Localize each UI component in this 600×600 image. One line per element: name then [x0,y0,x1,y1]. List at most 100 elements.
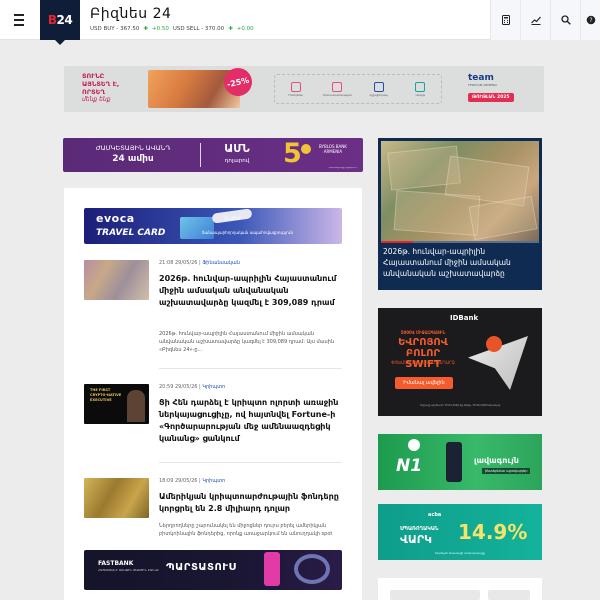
site-logo[interactable]: B 24 [40,0,80,40]
currency-text: ԱՄՆ դոլարով [224,142,250,165]
banner-footnote: Տոկոսադրույքը ֆիքսված է [328,167,357,169]
tv-icon: Հեռուստատեսություն [320,81,354,97]
acba-line2: ՎԱՐԿ [400,533,432,546]
phone-image [446,442,462,482]
slider-progress [381,241,539,243]
divider [200,143,201,167]
slider-title[interactable]: 2026թ. հունվար-ապրիլին Հայաստանում միջին… [383,246,533,279]
article-meta: 20:59 29/05/26 | Կրիպտո [159,384,226,390]
article-title[interactable]: Ցի Հեն դարձել է կրիպտո ոլորտի առաջին ներ… [159,397,339,445]
article-category[interactable]: Կրիպտո [202,384,225,390]
acba-rate: 14.9% [458,520,528,544]
article-excerpt: 2026թ. հունվար-ապրիլին Հայաստանում միջին… [159,331,335,353]
acba-line1: ՍՊԱՌՈՂԱԿԱՆ [400,526,439,532]
phone-image [264,552,280,586]
article-thumbnail[interactable] [84,260,149,300]
site-title[interactable]: Բիզնես 24 [90,6,171,22]
news-feed: evoca TRAVEL CARD ԱՆՎՃԱՐ ճանապարհորդական… [64,188,362,600]
article-title[interactable]: 2026թ. հունվար-ապրիլին Հայաստանում միջին… [159,273,339,309]
fastbank-headline: ՊԱՐՏԱՏՈՒՍ [166,562,237,573]
idbank-line1: 5000$ ՄԻՋԱԶԳԱՅԻՆ [400,330,446,335]
n1-badge: N1 [396,456,423,476]
ucom-headline: լավագույն [474,456,519,465]
article-thumbnail[interactable]: THE FIRST CRYPTO-NATIVE EXECUTIVE [84,384,149,424]
byblos-logo: BYBLOS BANK ARMENIA [319,144,347,154]
team-logo: team TELECOM ARMENIA [468,73,498,87]
acba-logo: acba [428,512,442,518]
idbank-banner[interactable]: IDBank 5000$ ՄԻՋԱԶԳԱՅԻՆ ԵՎՐՈՅՈՎ ԲՈԼՈՐ SW… [378,308,542,416]
logo-number: 24 [56,13,73,27]
sidebar-widget [378,578,542,600]
rate-number: 5 [283,138,302,169]
evoca-logo: evoca [96,212,135,225]
idbank-line2: ԵՎՐՈՅՈՎ ԲՈԼՈՐ SWIFT [398,337,448,370]
article-time: 18:09 29/05/26 [159,478,198,484]
idbank-logo: IDBank [450,314,479,322]
acba-banner[interactable]: acba ՍՊԱՌՈՂԱԿԱՆ ՎԱՐԿ 14.9% Տարեկան փաստա… [378,504,542,560]
fastbank-tagline: ՀԱՅԱՍՏԱՆԻ ԱՌԱՋԻՆ ԹՎԱՅԻՆ ԲԱՆԿԸ [98,568,159,572]
promo-title: ԱՆՎՃԱՐ [224,216,242,221]
article-time: 21:08 29/05/26 [159,260,198,266]
site-header: B 24 Բիզնես 24 USD BUY - 367.50 ✚ +0.50 … [0,0,600,45]
idbank-line3: ՓՈԽԱՆՑՈՒՄՆԵՐԸ ՀԵՏԱԴԱՐՁ [391,360,455,365]
article-time: 20:59 29/05/26 [159,384,198,390]
card-image [180,217,214,239]
usd-sell-rate: USD SELL - 370.00 [172,26,225,32]
team-telecom-banner[interactable]: ՏՈՒՆԸ ԱՅՆՏԵՂ Է, ՈՐՏԵՂ մենք ենք -25% Ինտե… [64,66,544,112]
article-thumbnail[interactable] [84,478,149,518]
ucom-banner[interactable]: N1 լավագույն ինտերնետ պրովայդեր [378,434,542,490]
mobile-icon: Բջջային կապ [362,81,396,97]
featured-slider[interactable]: 2026թ. հունվար-ապրիլին Հայաստանում միջին… [378,138,542,290]
slider-progress-fill [381,241,413,243]
idbank-footnote: Արշավը գործում է 15.03.2026-ից մինչև 30.… [419,404,501,407]
header-actions: ? [490,0,600,40]
article-meta: 18:09 29/05/26 | Կրիպտո [159,478,226,484]
ring-graphic [294,554,330,584]
usd-buy-rate: USD BUY - 367.50 [90,26,140,32]
logo-notch [55,40,65,45]
evoca-travel-card-banner[interactable]: evoca TRAVEL CARD ԱՆՎՃԱՐ ճանապարհորդական… [84,208,342,244]
chart-icon[interactable] [520,0,550,40]
logo-letter: B [47,13,57,27]
search-icon[interactable] [550,0,580,40]
usd-sell-change: +0.00 [236,26,254,32]
service-icons: Ինտերնետ Հեռուստատեսություն Բջջային կապ … [274,74,442,104]
ucom-logo [408,439,420,451]
hamburger-menu-icon[interactable] [8,10,30,30]
coin-icon [301,144,311,154]
ucom-subline: ինտերնետ պրովայդեր [482,468,531,474]
usd-buy-change: +0.50 [152,26,169,32]
article-item[interactable]: 21:08 29/05/26 | Ֆինանսական 2026թ. հունվ… [84,260,342,358]
ball-image [486,336,502,352]
article-meta: 21:08 29/05/26 | Ֆինանսական [159,260,240,266]
svg-text:?: ? [589,17,592,24]
article-title[interactable]: Ամերիկյան կրիպտոարժութային ֆոնդերը կորցր… [159,491,339,515]
smart-icon: Սմարթ [403,81,437,97]
deposit-text: ԺԱՄԿԵՏԱՅԻՆ ԱՎԱՆԴ 24 ամիս [95,144,171,164]
internet-icon: Ինտերնետ [279,81,313,97]
promo-text: ճանապարհորդական ապահովագրություն [202,230,294,235]
article-item[interactable]: 18:09 29/05/26 | Կրիպտո Ամերիկյան կրիպտո… [84,478,342,548]
travel-card-label: TRAVEL CARD [96,228,166,238]
widget-tab[interactable] [488,590,530,600]
fastbank-banner[interactable]: FASTBANK ՀԱՅԱՍՏԱՆԻ ԱՌԱՋԻՆ ԹՎԱՅԻՆ ԲԱՆԿԸ Պ… [84,550,342,590]
banknotes-photo[interactable] [381,141,539,241]
article-divider [159,368,342,369]
article-divider [159,462,342,463]
article-item[interactable]: THE FIRST CRYPTO-NATIVE EXECUTIVE 20:59 … [84,384,342,452]
globe-icon[interactable]: ? [580,0,600,40]
byblos-deposit-banner[interactable]: ԺԱՄԿԵՏԱՅԻՆ ԱՎԱՆԴ 24 ամիս ԱՄՆ դոլարով 5 B… [63,138,363,172]
up-arrow-icon: ✚ [228,26,233,32]
calculator-icon[interactable] [490,0,520,40]
person-silhouette [127,390,145,422]
article-category[interactable]: Կրիպտո [202,478,225,484]
learn-more-button[interactable]: Իմանալ ավելին [395,377,453,389]
article-category[interactable]: Ֆինանսական [202,260,240,266]
banner-tag: ԹՈՒԹԼԱՆ 2025 [468,93,514,102]
currency-rates: USD BUY - 367.50 ✚ +0.50 USD SELL - 370.… [90,26,254,32]
fastbank-logo: FASTBANK [98,560,134,567]
thumbnail-caption: THE FIRST CRYPTO-NATIVE EXECUTIVE [90,388,122,402]
banner-slogan: ՏՈՒՆԸ ԱՅՆՏԵՂ Է, ՈՐՏԵՂ մենք ենք [82,72,120,103]
up-arrow-icon: ✚ [143,26,148,32]
widget-tab[interactable] [390,590,480,600]
